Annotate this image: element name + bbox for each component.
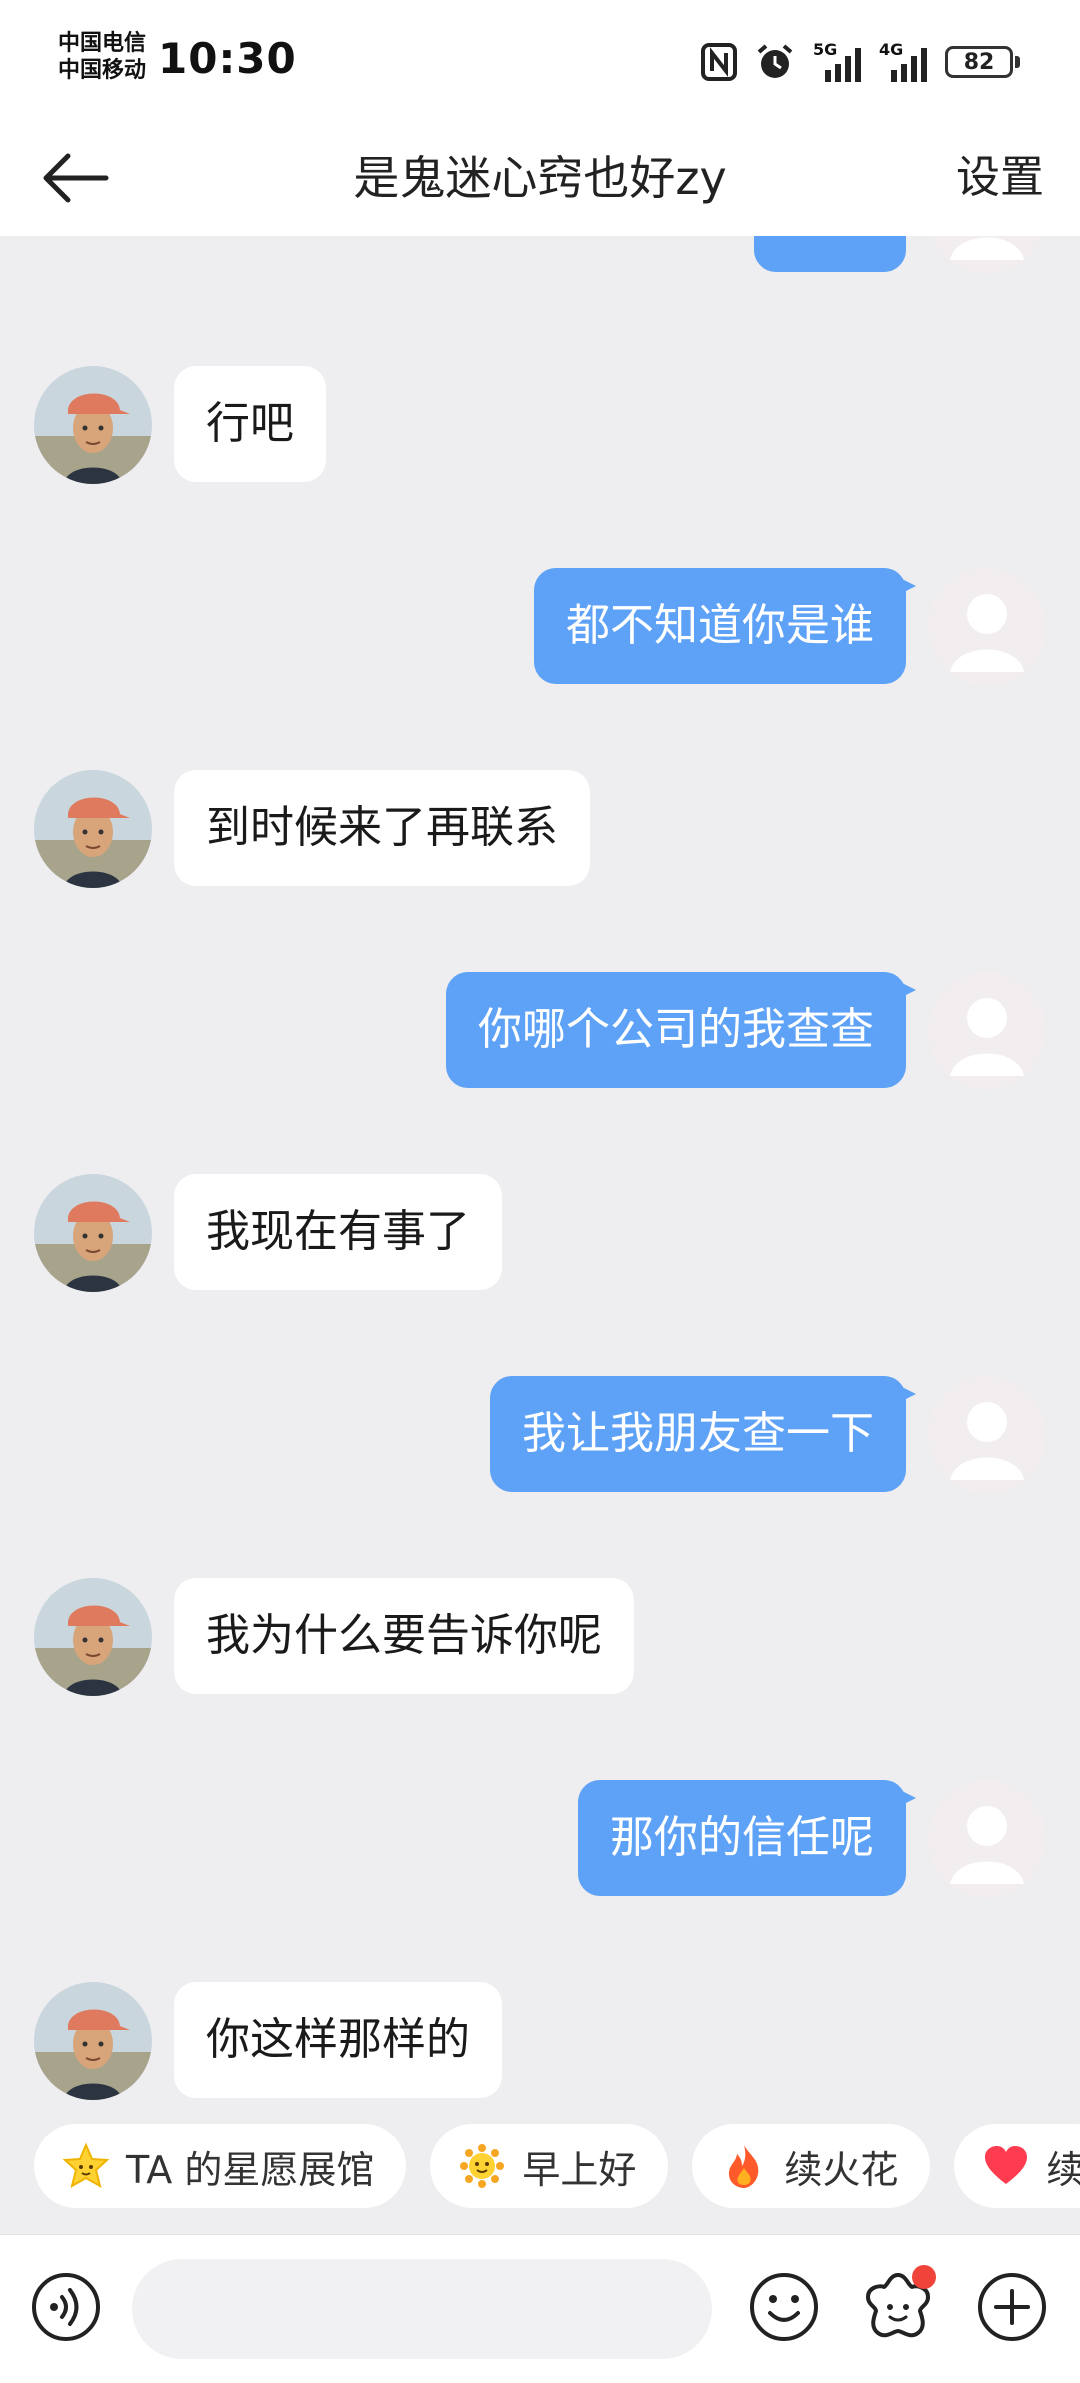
my-avatar[interactable] — [928, 568, 1046, 686]
received-message-bubble[interactable]: 我为什么要告诉你呢 — [174, 1578, 634, 1694]
received-message-bubble[interactable]: 行吧 — [174, 366, 326, 482]
chip-star-gallery[interactable]: TA 的星愿展馆 — [34, 2124, 407, 2208]
sent-message-bubble[interactable]: 你哪个公司的我查查 — [446, 972, 916, 1088]
chip-more[interactable]: 续 — [954, 2124, 1080, 2208]
heart-icon — [985, 2146, 1028, 2184]
alarm-icon — [757, 44, 793, 78]
contact-avatar[interactable] — [34, 770, 152, 888]
notification-badge — [912, 2265, 936, 2289]
contact-avatar[interactable] — [34, 1982, 152, 2100]
voice-icon[interactable] — [30, 2271, 102, 2343]
signal-4g-icon: 4G — [879, 40, 927, 82]
status-bar: 中国电信 中国移动 10:30 5G 4G 82 — [0, 0, 1080, 120]
plus-icon[interactable] — [976, 2271, 1048, 2343]
message-bubble-cut[interactable] — [754, 236, 906, 272]
received-message-bubble[interactable]: 到时候来了再联系 — [174, 770, 590, 886]
net-type-2: 4G — [879, 40, 904, 59]
status-icons: 5G 4G 82 — [701, 40, 1020, 84]
chip-label: TA 的星愿展馆 — [126, 2147, 375, 2192]
received-message-bubble[interactable]: 我现在有事了 — [174, 1174, 502, 1290]
star-face-icon — [62, 2142, 110, 2189]
my-avatar[interactable] — [928, 1780, 1046, 1898]
contact-avatar[interactable] — [34, 1174, 152, 1292]
battery-level: 82 — [945, 46, 1013, 78]
nfc-icon — [701, 43, 737, 81]
sun-face-icon — [460, 2144, 505, 2188]
input-bar — [0, 2234, 1080, 2383]
contact-avatar[interactable] — [34, 1578, 152, 1696]
sent-message-bubble[interactable]: 都不知道你是谁 — [534, 568, 916, 684]
chip-keep-spark[interactable]: 续火花 — [692, 2124, 931, 2208]
chip-label: 早上好 — [522, 2147, 637, 2192]
clock: 10:30 — [158, 34, 297, 83]
settings-button[interactable]: 设置 — [956, 146, 1044, 210]
carrier-info: 中国电信 中国移动 — [58, 30, 146, 84]
contact-avatar[interactable] — [34, 366, 152, 484]
my-avatar[interactable] — [928, 972, 1046, 1090]
message-list[interactable]: 行吧都不知道你是谁到时候来了再联系你哪个公司的我查查我现在有事了我让我朋友查一下… — [0, 236, 1080, 2116]
chat-title: 是鬼迷心窍也好zy — [353, 151, 727, 205]
sent-message-bubble[interactable]: 那你的信任呢 — [578, 1780, 916, 1896]
my-avatar[interactable] — [928, 1376, 1046, 1494]
fire-icon — [729, 2145, 759, 2188]
net-type-1: 5G — [813, 40, 838, 59]
my-avatar[interactable] — [928, 236, 1046, 274]
chip-label: 续 — [1046, 2147, 1080, 2192]
battery-icon: 82 — [945, 46, 1020, 78]
received-message-bubble[interactable]: 你这样那样的 — [174, 1982, 502, 2098]
emoji-icon[interactable] — [748, 2271, 820, 2343]
chip-label: 续火花 — [784, 2147, 899, 2192]
quick-reply-chips: TA 的星愿展馆 早上好 续火花 续 — [34, 2124, 1080, 2208]
chat-header: 是鬼迷心窍也好zy 设置 — [0, 120, 1080, 236]
sent-message-bubble[interactable]: 我让我朋友查一下 — [490, 1376, 916, 1492]
carrier-2: 中国移动 — [58, 58, 147, 83]
signal-5g-icon: 5G — [813, 40, 861, 82]
carrier-1: 中国电信 — [58, 31, 147, 56]
chip-good-morning[interactable]: 早上好 — [430, 2124, 669, 2208]
message-input[interactable] — [132, 2259, 712, 2359]
